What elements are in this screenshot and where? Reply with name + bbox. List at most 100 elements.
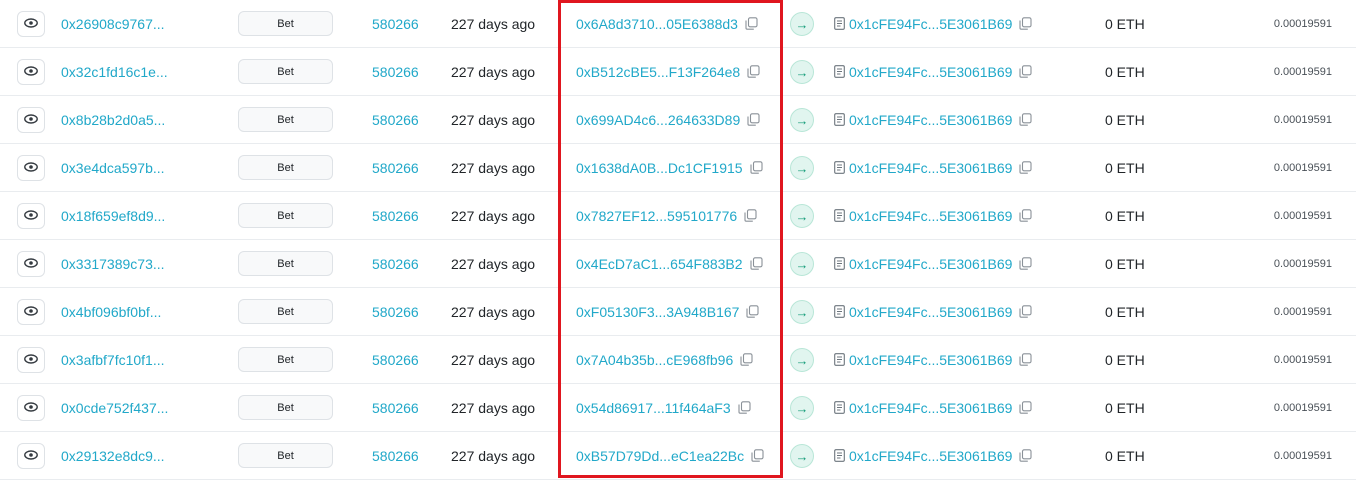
tx-hash-link[interactable]: 0x29132e8dc9... xyxy=(61,432,165,479)
table-row: 0x32c1fd16c1e... Bet 580266 227 days ago 0xB… xyxy=(0,48,1356,96)
method-badge: Bet xyxy=(238,59,333,84)
to-address-link[interactable]: 0x1cFE94Fc...5E3061B69 xyxy=(849,112,1012,128)
block-link[interactable]: 580266 xyxy=(372,288,419,335)
to-address: 0x1cFE94Fc...5E3061B69 xyxy=(834,144,1032,191)
copy-icon[interactable] xyxy=(1019,401,1032,414)
copy-icon[interactable] xyxy=(1019,305,1032,318)
view-details-button[interactable] xyxy=(17,59,45,85)
tx-age: 227 days ago xyxy=(451,63,536,80)
tx-hash-link[interactable]: 0x3317389c73... xyxy=(61,240,165,287)
tx-hash-link[interactable]: 0x3e4dca597b... xyxy=(61,144,165,191)
tx-hash-link[interactable]: 0x8b28b2d0a5... xyxy=(61,96,165,143)
to-address: 0x1cFE94Fc...5E3061B69 xyxy=(834,48,1032,95)
view-details-button[interactable] xyxy=(17,443,45,469)
arrow-right-icon: → xyxy=(790,156,814,180)
view-details-button[interactable] xyxy=(17,251,45,277)
copy-icon[interactable] xyxy=(1019,113,1032,126)
eye-icon xyxy=(24,255,38,273)
arrow-right-icon: → xyxy=(790,396,814,420)
tx-fee: 0.00019591 xyxy=(1273,257,1332,270)
copy-icon[interactable] xyxy=(1019,449,1032,462)
view-details-button[interactable] xyxy=(17,155,45,181)
to-address-link[interactable]: 0x1cFE94Fc...5E3061B69 xyxy=(849,400,1012,416)
copy-icon[interactable] xyxy=(746,305,760,318)
block-link[interactable]: 580266 xyxy=(372,144,419,191)
from-address-link[interactable]: 0x6A8d3710...05E6388d3 xyxy=(576,16,738,32)
to-address-link[interactable]: 0x1cFE94Fc...5E3061B69 xyxy=(849,160,1012,176)
table-row: 0x0cde752f437... Bet 580266 227 days ago 0x5… xyxy=(0,384,1356,432)
tx-hash-link[interactable]: 0x0cde752f437... xyxy=(61,384,168,431)
to-address-link[interactable]: 0x1cFE94Fc...5E3061B69 xyxy=(849,64,1012,80)
tx-hash-link[interactable]: 0x4bf096bf0bf... xyxy=(61,288,161,335)
copy-icon[interactable] xyxy=(1019,17,1032,30)
tx-hash-link[interactable]: 0x32c1fd16c1e... xyxy=(61,48,168,95)
block-link[interactable]: 580266 xyxy=(372,48,419,95)
view-details-button[interactable] xyxy=(17,347,45,373)
to-address: 0x1cFE94Fc...5E3061B69 xyxy=(834,0,1032,47)
copy-icon[interactable] xyxy=(1019,209,1032,222)
contract-document-icon xyxy=(834,305,845,318)
copy-icon[interactable] xyxy=(740,353,753,366)
method-badge: Bet xyxy=(238,251,333,276)
tx-fee: 0.00019591 xyxy=(1273,65,1332,78)
from-address-link[interactable]: 0xF05130F3...3A948B167 xyxy=(576,304,739,320)
copy-icon[interactable] xyxy=(751,449,764,462)
from-address: 0x4EcD7aC1...654F883B2 xyxy=(576,240,763,287)
view-details-button[interactable] xyxy=(17,203,45,229)
block-link[interactable]: 580266 xyxy=(372,336,419,383)
block-link[interactable]: 580266 xyxy=(372,96,419,143)
tx-hash-link[interactable]: 0x18f659ef8d9... xyxy=(61,192,165,239)
to-address-link[interactable]: 0x1cFE94Fc...5E3061B69 xyxy=(849,16,1012,32)
tx-age: 227 days ago xyxy=(451,159,536,176)
from-address-link[interactable]: 0x7A04b35b...cE968fb96 xyxy=(576,352,733,368)
view-details-button[interactable] xyxy=(17,11,45,37)
method-badge: Bet xyxy=(238,11,333,36)
from-address-link[interactable]: 0x7827EF12...595101776 xyxy=(576,208,737,224)
copy-icon[interactable] xyxy=(744,209,757,222)
copy-icon[interactable] xyxy=(1019,161,1032,174)
from-address-link[interactable]: 0xB512cBE5...F13F264e8 xyxy=(576,64,740,80)
copy-icon[interactable] xyxy=(1019,353,1032,366)
copy-icon[interactable] xyxy=(1019,257,1032,270)
tx-fee: 0.00019591 xyxy=(1273,401,1332,414)
tx-hash-link[interactable]: 0x26908c9767... xyxy=(61,0,165,47)
to-address-link[interactable]: 0x1cFE94Fc...5E3061B69 xyxy=(849,256,1012,272)
table-row: 0x4bf096bf0bf... Bet 580266 227 days ago 0xF… xyxy=(0,288,1356,336)
arrow-right-icon: → xyxy=(790,204,814,228)
from-address-link[interactable]: 0x54d86917...11f464aF3 xyxy=(576,400,731,416)
tx-hash-link[interactable]: 0x3afbf7fc10f1... xyxy=(61,336,165,383)
block-link[interactable]: 580266 xyxy=(372,192,419,239)
copy-icon[interactable] xyxy=(745,17,758,30)
block-link[interactable]: 580266 xyxy=(372,384,419,431)
view-details-button[interactable] xyxy=(17,107,45,133)
arrow-right-icon: → xyxy=(790,348,814,372)
copy-icon[interactable] xyxy=(750,257,763,270)
copy-icon[interactable] xyxy=(738,401,751,414)
block-link[interactable]: 580266 xyxy=(372,432,419,479)
block-link[interactable]: 580266 xyxy=(372,0,419,47)
arrow-right-icon: → xyxy=(790,300,814,324)
block-link[interactable]: 580266 xyxy=(372,240,419,287)
table-row: 0x3e4dca597b... Bet 580266 227 days ago 0x16… xyxy=(0,144,1356,192)
tx-value: 0 ETH xyxy=(1105,447,1145,464)
to-address-link[interactable]: 0x1cFE94Fc...5E3061B69 xyxy=(849,208,1012,224)
to-address-link[interactable]: 0x1cFE94Fc...5E3061B69 xyxy=(849,304,1012,320)
from-address-link[interactable]: 0xB57D79Dd...eC1ea22Bc xyxy=(576,448,744,464)
from-address: 0xB512cBE5...F13F264e8 xyxy=(576,48,760,95)
contract-document-icon xyxy=(834,449,845,462)
method-badge: Bet xyxy=(238,299,333,324)
view-details-button[interactable] xyxy=(17,395,45,421)
to-address-link[interactable]: 0x1cFE94Fc...5E3061B69 xyxy=(849,352,1012,368)
from-address-link[interactable]: 0x699AD4c6...264633D89 xyxy=(576,112,740,128)
method-badge: Bet xyxy=(238,395,333,420)
view-details-button[interactable] xyxy=(17,299,45,325)
copy-icon[interactable] xyxy=(747,113,760,126)
eye-icon xyxy=(24,303,38,321)
copy-icon[interactable] xyxy=(1019,65,1032,78)
copy-icon[interactable] xyxy=(747,65,760,78)
to-address-link[interactable]: 0x1cFE94Fc...5E3061B69 xyxy=(849,448,1012,464)
tx-value: 0 ETH xyxy=(1105,159,1145,176)
from-address-link[interactable]: 0x4EcD7aC1...654F883B2 xyxy=(576,256,743,272)
copy-icon[interactable] xyxy=(750,161,763,174)
from-address-link[interactable]: 0x1638dA0B...Dc1CF1915 xyxy=(576,160,743,176)
